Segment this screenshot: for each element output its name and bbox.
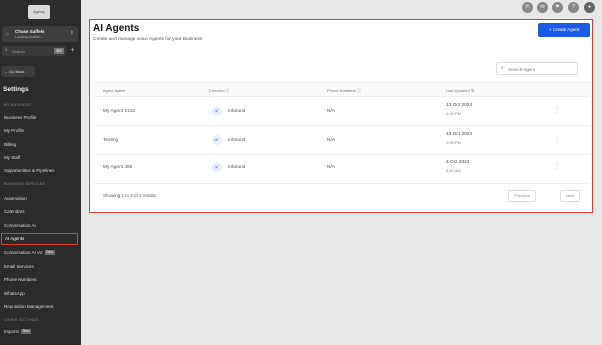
- results-count: Showing 1 to 3 of 3 results: [103, 193, 157, 198]
- updated-date: 13 Oct 2024: [446, 132, 473, 137]
- sidebar: Agency ⌂ Chase Saffels Loading location.…: [0, 0, 81, 345]
- settings-title: Settings: [3, 86, 29, 93]
- more-options-icon[interactable]: ⋮: [554, 107, 560, 114]
- col-agent-name[interactable]: Agent Name: [103, 88, 125, 93]
- direction-value: Inbound: [228, 109, 246, 114]
- agent-name[interactable]: My Agent 488: [103, 165, 132, 170]
- search-icon: ⌕: [501, 65, 504, 71]
- add-icon[interactable]: +: [68, 46, 77, 56]
- page-subtitle: Create and manage voice Agents for your …: [93, 37, 203, 42]
- phone-value: N/A: [327, 109, 335, 114]
- updated-time: 8:50 AM: [446, 168, 461, 173]
- account-switcher[interactable]: ⌂ Chase Saffels Loading location... ⇕: [2, 26, 78, 42]
- megaphone-icon[interactable]: ✉: [537, 2, 548, 13]
- sidebar-search[interactable]: ⌕ Search ⌘K: [2, 46, 66, 56]
- previous-button[interactable]: Previous: [508, 190, 536, 202]
- sidebar-item-automation[interactable]: Automation: [4, 196, 27, 201]
- inbound-arrow-icon: ↙: [212, 162, 222, 172]
- updated-date: 4 Oct 2024: [446, 160, 470, 165]
- shortcut-badge: ⌘K: [54, 48, 64, 54]
- sidebar-item-my-profile[interactable]: My Profile: [4, 128, 24, 133]
- col-direction-label: Direction: [209, 88, 225, 93]
- inbound-arrow-icon: ↙: [212, 135, 222, 145]
- sidebar-item-imports[interactable]: Imports New: [4, 329, 32, 335]
- sidebar-item-conversation-ai-v2[interactable]: Conversation AI V2 New: [4, 250, 55, 256]
- updated-date: 13 Oct 2024: [446, 103, 473, 108]
- col-phone-label: Phone Numbers: [327, 88, 356, 93]
- notification-icon[interactable]: ⚑: [552, 2, 563, 13]
- page-title: AI Agents: [93, 23, 140, 34]
- col-direction[interactable]: Direction ⓘ: [209, 88, 230, 94]
- agent-name[interactable]: Testing: [103, 138, 118, 143]
- more-options-icon[interactable]: ⋮: [554, 163, 560, 170]
- sidebar-item-conversation-ai[interactable]: Conversation AI: [4, 223, 36, 228]
- sidebar-item-phone-numbers[interactable]: Phone Numbers: [4, 277, 37, 282]
- ai-agents-panel: AI Agents Create and manage voice Agents…: [89, 19, 593, 213]
- agent-search-placeholder: Search Agent: [508, 66, 536, 72]
- sidebar-item-whatsapp[interactable]: WhatsApp: [4, 291, 25, 296]
- agent-name[interactable]: My Agent 2132: [103, 109, 135, 114]
- table-row[interactable]: Testing ↙ Inbound N/A 13 Oct 2024 1:09 P…: [94, 126, 590, 155]
- col-updated-label: Last Updated: [446, 88, 470, 93]
- section-business-services: BUSINESS SERVICES: [4, 182, 46, 186]
- sort-icon: ⇅: [470, 88, 475, 93]
- updated-time: 1:00 PM: [446, 111, 461, 116]
- agent-search-input[interactable]: ⌕ Search Agent: [496, 62, 578, 75]
- phone-value: N/A: [327, 138, 335, 143]
- sidebar-item-email-services[interactable]: Email Services: [4, 264, 34, 269]
- sidebar-item-calendars[interactable]: Calendars: [4, 209, 25, 214]
- info-icon: ⓘ: [357, 88, 362, 93]
- sidebar-item-reputation[interactable]: Reputation Management: [4, 304, 53, 309]
- table-row[interactable]: My Agent 488 ↙ Inbound N/A 4 Oct 2024 8:…: [94, 155, 590, 184]
- table-row[interactable]: My Agent 2132 ↙ Inbound N/A 13 Oct 2024 …: [94, 97, 590, 126]
- table-header: Agent Name Direction ⓘ Phone Numbers ⓘ L…: [94, 82, 590, 97]
- new-badge: New: [44, 250, 55, 256]
- sidebar-item-label: Conversation AI V2: [4, 250, 43, 255]
- direction-value: Inbound: [228, 165, 246, 170]
- account-name: Chase Saffels: [15, 29, 45, 34]
- sidebar-item-label: Imports: [4, 329, 20, 334]
- section-my-business: MY BUSINESS: [4, 103, 32, 107]
- new-badge: New: [21, 329, 32, 335]
- updated-time: 1:09 PM: [446, 140, 461, 145]
- create-agent-button[interactable]: + Create Agent: [538, 23, 590, 37]
- info-icon: ⓘ: [225, 88, 230, 93]
- sidebar-item-billing[interactable]: Billing: [4, 142, 16, 147]
- sidebar-item-ai-agents[interactable]: AI Agents: [1, 233, 78, 245]
- direction-value: Inbound: [228, 138, 246, 143]
- agency-logo: Agency: [28, 5, 50, 19]
- search-icon: ⌕: [5, 47, 8, 53]
- account-address: Loading location...: [15, 35, 44, 39]
- section-other-settings: OTHER SETTINGS: [4, 318, 39, 322]
- sidebar-item-opportunities[interactable]: Opportunities & Pipelines: [4, 168, 55, 173]
- avatar[interactable]: ●: [584, 2, 595, 13]
- next-button[interactable]: Next: [560, 190, 580, 202]
- help-icon[interactable]: ?: [568, 2, 579, 13]
- sidebar-item-my-staff[interactable]: My Staff: [4, 155, 20, 160]
- search-placeholder: Search: [12, 48, 25, 54]
- phone-icon[interactable]: ✆: [522, 2, 533, 13]
- location-icon: ⌂: [6, 31, 10, 37]
- go-back-button[interactable]: ← Go Back: [1, 66, 35, 77]
- sidebar-item-business-profile[interactable]: Business Profile: [4, 115, 36, 120]
- phone-value: N/A: [327, 165, 335, 170]
- more-options-icon[interactable]: ⋮: [554, 136, 560, 143]
- col-last-updated[interactable]: Last Updated ⇅: [446, 88, 474, 93]
- inbound-arrow-icon: ↙: [212, 106, 222, 116]
- agents-table: Agent Name Direction ⓘ Phone Numbers ⓘ L…: [94, 82, 590, 184]
- chevron-updown-icon: ⇕: [69, 30, 74, 36]
- col-phone-numbers[interactable]: Phone Numbers ⓘ: [327, 88, 361, 94]
